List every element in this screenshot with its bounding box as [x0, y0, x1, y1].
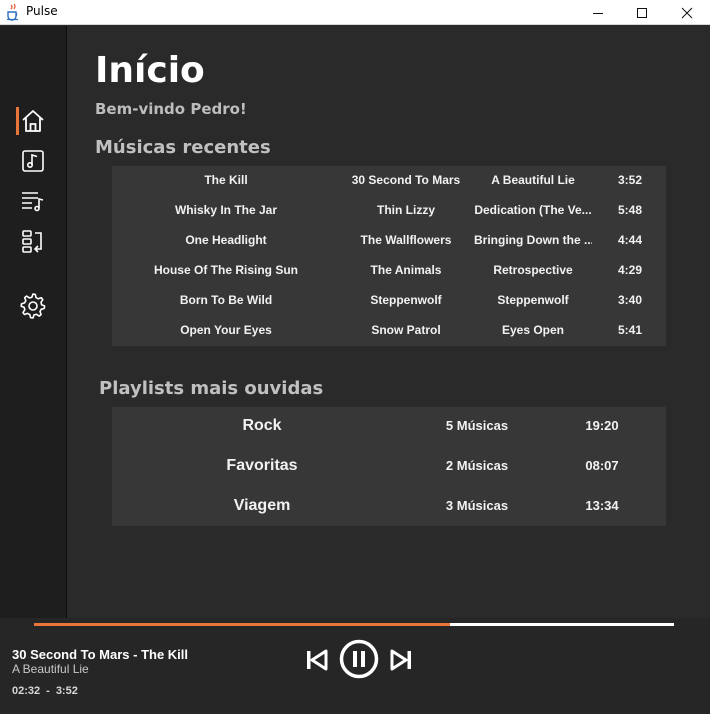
playlist-song-count: 5 Músicas: [445, 418, 509, 433]
now-playing-title: 30 Second To Mars - The Kill: [12, 647, 189, 662]
progress-fill: [34, 623, 450, 626]
playlist-name: Viagem: [233, 497, 291, 514]
main-content: Início Bem-vindo Pedro! Músicas recentes…: [67, 26, 710, 618]
table-row[interactable]: Open Your Eyes Snow Patrol Eyes Open 5:4…: [112, 316, 666, 346]
close-icon: [681, 7, 693, 18]
song-album: Bringing Down the ...: [474, 233, 592, 247]
minimize-button[interactable]: [575, 0, 621, 25]
player-bar: 30 Second To Mars - The Kill A Beautiful…: [0, 618, 710, 714]
song-title: Born To Be Wild: [179, 293, 273, 307]
playlist-row[interactable]: Viagem 3 Músicas 13:34: [112, 487, 666, 527]
song-artist: Snow Patrol: [371, 323, 441, 337]
skip-next-icon: [390, 649, 411, 671]
table-row[interactable]: Whisky In The Jar Thin Lizzy Dedication …: [112, 196, 666, 226]
skip-previous-icon: [307, 649, 328, 671]
welcome-message: Bem-vindo Pedro!: [95, 100, 247, 118]
close-button[interactable]: [664, 0, 710, 25]
sidebar-item-music[interactable]: [16, 144, 50, 178]
sidebar: [0, 26, 67, 618]
time-separator: -: [46, 685, 50, 697]
now-playing-album: A Beautiful Lie: [12, 662, 89, 676]
song-album: Steppenwolf: [497, 293, 569, 307]
window-title: Pulse: [26, 4, 58, 18]
table-row[interactable]: One Headlight The Wallflowers Bringing D…: [112, 226, 666, 256]
song-title: One Headlight: [185, 233, 267, 247]
song-album: Retrospective: [493, 263, 573, 277]
window-titlebar: Pulse: [0, 0, 710, 25]
gear-icon: [20, 293, 46, 319]
song-artist: Thin Lizzy: [377, 203, 435, 217]
sidebar-item-home[interactable]: [16, 104, 50, 138]
playlist-duration: 08:07: [585, 458, 619, 473]
previous-button[interactable]: [305, 648, 329, 672]
playlist-name: Rock: [242, 417, 282, 434]
song-artist: 30 Second To Mars: [351, 173, 461, 187]
song-duration: 4:44: [617, 233, 643, 247]
song-album: A Beautiful Lie: [491, 173, 575, 187]
song-album: Dedication (The Ve...: [474, 203, 592, 217]
home-icon: [22, 110, 44, 132]
total-time: 3:52: [55, 685, 78, 697]
minimize-icon: [593, 12, 603, 14]
playlist-duration: 13:34: [585, 498, 619, 513]
song-duration: 5:41: [617, 323, 643, 337]
pause-icon: [339, 639, 379, 679]
queue-icon: [22, 230, 42, 253]
playback-time: 02:32-3:52: [12, 685, 78, 697]
song-title: Whisky In The Jar: [174, 203, 278, 217]
playlist-icon: [22, 192, 44, 212]
maximize-button[interactable]: [619, 0, 665, 25]
sidebar-item-settings[interactable]: [16, 289, 50, 323]
song-duration: 5:48: [617, 203, 643, 217]
recent-songs-table: The Kill 30 Second To Mars A Beautiful L…: [112, 166, 666, 346]
top-playlists-table: Rock 5 Músicas 19:20 Favoritas 2 Músicas…: [112, 407, 666, 526]
table-row[interactable]: The Kill 30 Second To Mars A Beautiful L…: [112, 166, 666, 196]
music-note-icon: [22, 150, 44, 172]
java-cup-icon: [5, 3, 21, 21]
maximize-icon: [637, 7, 647, 18]
song-title: Open Your Eyes: [180, 323, 272, 337]
song-artist: The Wallflowers: [360, 233, 452, 247]
sidebar-item-playlists[interactable]: [16, 184, 50, 218]
elapsed-time: 02:32: [12, 685, 41, 697]
song-duration: 3:40: [617, 293, 643, 307]
next-button[interactable]: [389, 648, 413, 672]
song-album: Eyes Open: [501, 323, 565, 337]
page-title: Início: [95, 50, 205, 91]
playlist-song-count: 2 Músicas: [445, 458, 509, 473]
recent-songs-title: Músicas recentes: [95, 137, 271, 158]
song-artist: Steppenwolf: [370, 293, 442, 307]
song-title: The Kill: [204, 173, 248, 187]
song-duration: 4:29: [617, 263, 643, 277]
table-row[interactable]: House Of The Rising Sun The Animals Retr…: [112, 256, 666, 286]
playlist-row[interactable]: Favoritas 2 Músicas 08:07: [112, 447, 666, 487]
progress-bar[interactable]: [34, 623, 674, 626]
top-playlists-title: Playlists mais ouvidas: [99, 378, 324, 399]
song-title: House Of The Rising Sun: [153, 263, 298, 277]
playlist-name: Favoritas: [226, 457, 298, 474]
playlist-song-count: 3 Músicas: [445, 498, 509, 513]
table-row[interactable]: Born To Be Wild Steppenwolf Steppenwolf …: [112, 286, 666, 316]
sidebar-item-queue[interactable]: [16, 224, 50, 258]
playlist-duration: 19:20: [585, 418, 619, 433]
song-artist: The Animals: [370, 263, 442, 277]
play-pause-button[interactable]: [339, 639, 379, 679]
playlist-row[interactable]: Rock 5 Músicas 19:20: [112, 407, 666, 447]
song-duration: 3:52: [617, 173, 643, 187]
